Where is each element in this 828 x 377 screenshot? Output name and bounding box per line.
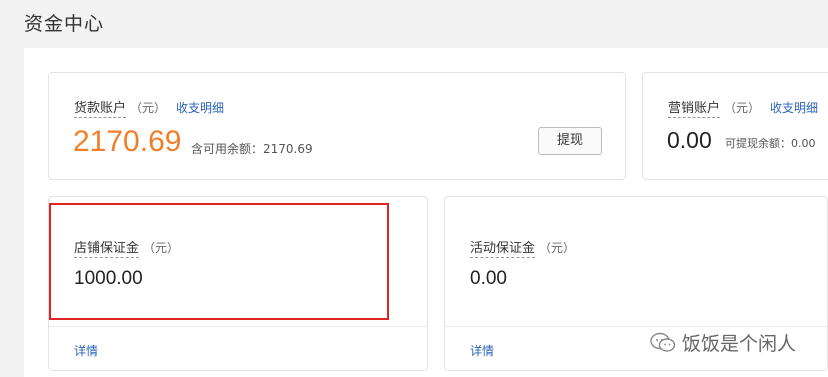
marketing-account-card: 营销账户 （元） 收支明细 0.00 可提现余额：0.00 bbox=[642, 72, 828, 180]
store-deposit-card: 店铺保证金 （元） 1000.00 详情 bbox=[48, 196, 428, 371]
store-deposit-details-link[interactable]: 详情 bbox=[74, 342, 98, 359]
marketing-account-header: 营销账户 （元） 收支明细 bbox=[668, 97, 818, 118]
activity-deposit-amount: 0.00 bbox=[470, 268, 507, 289]
watermark: 饭饭是个闲人 bbox=[650, 329, 796, 356]
store-deposit-label: 店铺保证金 bbox=[74, 241, 140, 258]
marketing-account-withdrawable: 可提现余额：0.00 bbox=[725, 137, 816, 150]
page-title: 资金中心 bbox=[24, 13, 105, 35]
store-deposit-header: 店铺保证金 （元） bbox=[74, 237, 180, 258]
goods-account-label: 货款账户 bbox=[74, 101, 127, 118]
activity-deposit-label: 活动保证金 bbox=[470, 241, 536, 258]
activity-deposit-header: 活动保证金 （元） bbox=[470, 237, 576, 258]
marketing-account-amount: 0.00 bbox=[667, 127, 712, 153]
store-deposit-unit: （元） bbox=[143, 241, 180, 255]
store-deposit-divider bbox=[49, 326, 427, 327]
goods-account-header: 货款账户 （元） 收支明细 bbox=[74, 97, 224, 118]
marketing-account-statement-link[interactable]: 收支明细 bbox=[770, 101, 818, 115]
goods-account-available-balance: 含可用余额：2170.69 bbox=[191, 142, 313, 156]
watermark-text: 饭饭是个闲人 bbox=[682, 333, 797, 355]
goods-account-amount: 2170.69 bbox=[73, 125, 182, 158]
wechat-icon bbox=[650, 332, 676, 352]
store-deposit-amount: 1000.00 bbox=[74, 268, 143, 289]
fund-center-content: 货款账户 （元） 收支明细 2170.69 含可用余额：2170.69 提现 营销账… bbox=[24, 48, 828, 377]
goods-account-card: 货款账户 （元） 收支明细 2170.69 含可用余额：2170.69 提现 bbox=[48, 72, 626, 180]
marketing-account-label: 营销账户 bbox=[668, 101, 721, 118]
goods-account-statement-link[interactable]: 收支明细 bbox=[176, 101, 224, 115]
withdraw-button[interactable]: 提现 bbox=[538, 127, 602, 155]
activity-deposit-divider bbox=[445, 326, 827, 327]
activity-deposit-details-link[interactable]: 详情 bbox=[470, 342, 494, 359]
activity-deposit-unit: （元） bbox=[539, 241, 576, 255]
marketing-account-unit: （元） bbox=[724, 101, 761, 115]
goods-account-unit: （元） bbox=[130, 101, 167, 115]
